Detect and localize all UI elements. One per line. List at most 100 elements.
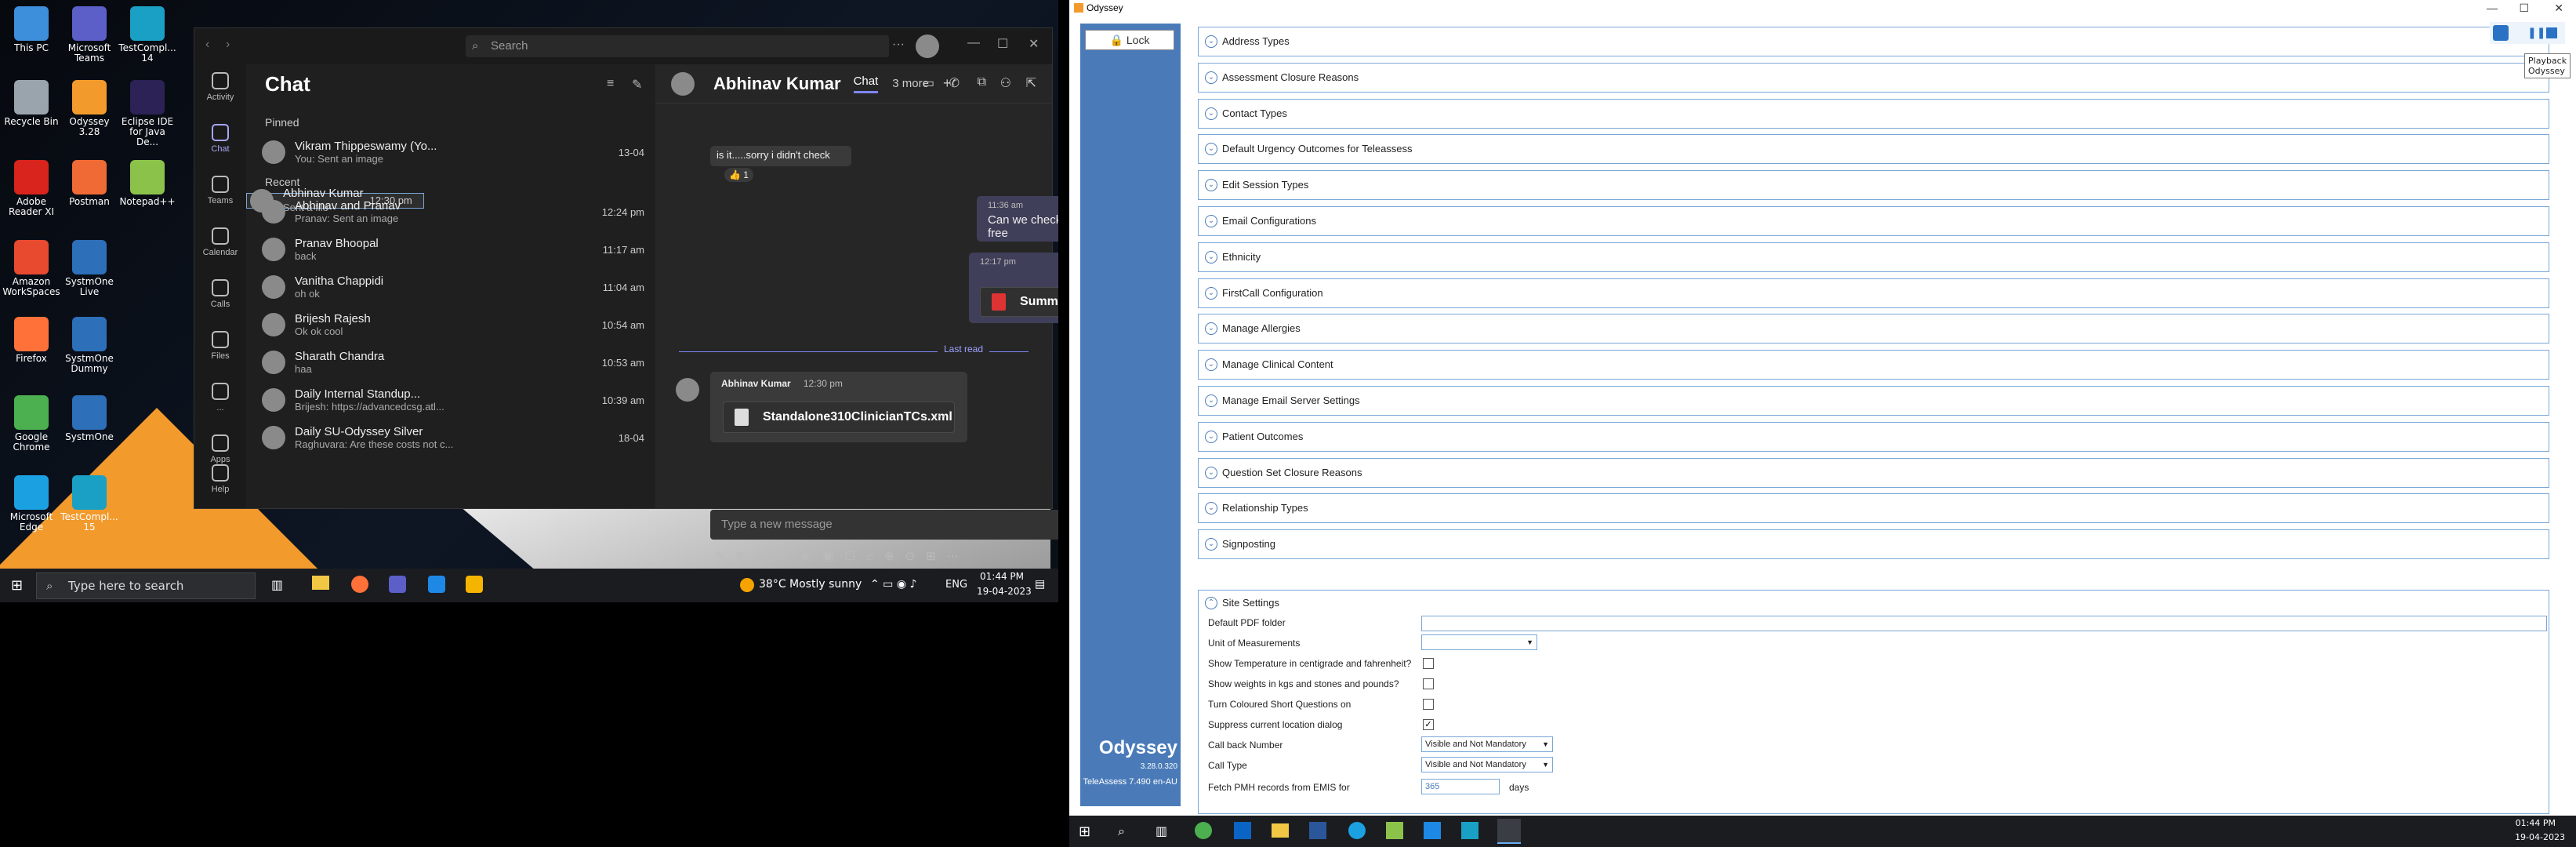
search-icon[interactable]: ⌕ [1118,823,1125,839]
popout-icon[interactable]: ⇱ [1026,75,1036,91]
pause-icon[interactable]: ❚❚ [2527,27,2545,39]
notepad-icon[interactable] [1386,822,1403,839]
rail-item[interactable]: ... [194,375,246,427]
video-call-icon[interactable]: ▭ [923,75,934,91]
language-indicator[interactable]: ENG [945,579,967,591]
rail-item[interactable]: Calendar [194,220,246,271]
file-attachment-xml[interactable]: Standalone310ClinicianTCs.xml ··· [723,402,955,433]
playback-icon[interactable] [2493,25,2509,41]
file-explorer-icon[interactable] [1272,823,1289,838]
settings-section[interactable]: ⌄ Manage Email Server Settings [1198,386,2549,416]
settings-section[interactable]: ⌄ Manage Clinical Content [1198,350,2549,380]
outlook-icon[interactable] [1234,822,1251,839]
settings-section[interactable]: ⌄ Patient Outcomes [1198,421,2549,452]
taskview-icon[interactable]: ▥ [271,577,283,592]
expand-chevron-icon[interactable]: ⌄ [1205,322,1217,336]
clock-date[interactable]: 19-04-2023 [2515,832,2565,842]
clock-time[interactable]: 01:44 PM [2516,818,2556,828]
audio-call-icon[interactable]: ✆ [949,75,960,91]
settings-section[interactable]: ⌄ Edit Session Types [1198,170,2549,201]
desktop-icon[interactable]: TestCompl... 14 [118,6,177,64]
notification-icon[interactable]: ▤ [1035,578,1045,591]
share-screen-icon[interactable]: ⧉ [978,75,986,89]
expand-chevron-icon[interactable]: ⌄ [1205,250,1217,264]
expand-chevron-icon[interactable]: ⌄ [1205,502,1217,515]
forward-arrow-icon[interactable]: › [226,38,230,52]
settings-section[interactable]: ⌄ Contact Types [1198,98,2549,129]
lock-button[interactable]: 🔒 Lock [1085,30,1174,50]
desktop-icon[interactable]: Postman [60,160,119,207]
start-icon[interactable]: ⊞ [1079,823,1090,840]
chrome-icon[interactable] [1195,822,1212,839]
expand-chevron-icon[interactable]: ⌄ [1205,394,1217,407]
uom-select[interactable]: ▼ [1421,634,1537,650]
app-icon[interactable] [1424,822,1441,839]
clock-time[interactable]: 01:44 PM [980,571,1024,582]
settings-section[interactable]: ⌄ Ethnicity [1198,242,2549,272]
chat-list-item[interactable]: Pranav Bhoopal back 11:17 am [246,231,655,268]
odyssey-taskbar-icon[interactable] [1497,819,1521,844]
temperature-checkbox[interactable] [1423,658,1434,669]
expand-chevron-icon[interactable]: ⌄ [1205,466,1217,479]
desktop-icon[interactable]: Microsoft Teams [60,6,119,64]
suppress-location-checkbox[interactable]: ✓ [1423,719,1434,730]
chat-list-item[interactable]: Vikram Thippeswamy (Yo... You: Sent an im… [246,133,655,171]
close-icon[interactable]: ✕ [2554,0,2563,16]
calltype-select[interactable]: Visible and Not Mandatory ▼ [1421,757,1553,772]
expand-chevron-icon[interactable]: ⌄ [1205,358,1217,372]
expand-chevron-icon[interactable]: ⌄ [1205,71,1217,84]
expand-chevron-icon[interactable]: ⌄ [1205,35,1217,48]
expand-chevron-icon[interactable]: ⌄ [1205,215,1217,227]
settings-section[interactable]: ⌄ FirstCall Configuration [1198,278,2549,308]
minimize-icon[interactable]: — [2487,0,2498,16]
settings-section[interactable]: ⌄ Email Configurations [1198,206,2549,236]
maximize-icon[interactable]: ☐ [997,36,1008,52]
message-compose-input[interactable]: Type a new message [710,510,1058,540]
settings-section[interactable]: ⌄ Question Set Closure Reasons [1198,457,2549,488]
clock-date[interactable]: 19-04-2023 [977,586,1032,597]
desktop-icon[interactable]: SystmOne Live [60,240,119,297]
close-icon[interactable]: ✕ [1029,36,1039,52]
rail-item[interactable]: Files [194,323,246,375]
add-people-icon[interactable]: ⚇ [1000,75,1011,91]
settings-section[interactable]: ⌄ Manage Allergies [1198,314,2549,344]
rail-item[interactable]: Teams [194,168,246,220]
maximize-icon[interactable]: ☐ [2519,0,2529,16]
firefox-icon[interactable] [351,576,368,593]
tab-chat[interactable]: Chat [853,75,879,93]
app-taskbar-icon-2[interactable] [466,576,483,593]
pdf-folder-input[interactable] [1421,616,2547,631]
desktop-icon[interactable]: Notepad++ [118,160,177,207]
desktop-icon[interactable]: Odyssey 3.28 [60,80,119,137]
reaction-badge[interactable]: 👍 1 [724,168,753,182]
more-options-icon[interactable]: ··· [892,38,905,52]
desktop-icon[interactable]: TestCompl... 15 [60,475,119,533]
desktop-icon[interactable]: Microsoft Edge [2,475,61,533]
expand-chevron-icon[interactable]: ⌄ [1205,107,1217,120]
new-chat-icon[interactable]: ✎ [632,77,642,93]
weights-checkbox[interactable] [1423,678,1434,689]
rail-item[interactable]: Chat [194,116,246,168]
tray-icons[interactable]: ⌃ ▭ ◉ ♪ [870,578,916,591]
word-icon[interactable] [1309,822,1326,839]
expand-chevron-icon[interactable]: ⌄ [1205,430,1217,443]
desktop-icon[interactable]: SystmOne Dummy [60,317,119,374]
desktop-icon[interactable]: Recycle Bin [2,80,61,127]
testcomplete-icon[interactable] [1461,822,1478,839]
chat-list-item[interactable]: Sharath Chandra haa 10:53 am [246,344,655,381]
minimize-icon[interactable]: — [967,36,980,50]
profile-avatar[interactable] [916,35,939,58]
file-attachment-pdf[interactable]: Summary for FC.pdf··· [980,287,1058,317]
expand-chevron-icon[interactable]: ⌄ [1205,286,1217,300]
file-explorer-icon[interactable] [312,576,329,590]
chat-list-item[interactable]: Abhinav and Pranav Pranav: Sent an image 1… [246,193,655,231]
desktop-icon[interactable]: Adobe Reader XI [2,160,61,217]
expand-chevron-icon[interactable]: ⌄ [1205,143,1217,156]
pinned-section-label[interactable]: Pinned [246,111,655,133]
desktop-icon[interactable]: Firefox [2,317,61,364]
app-taskbar-icon[interactable] [428,576,445,593]
settings-section[interactable]: ⌄ Address Types [1198,27,2549,56]
weather-text[interactable]: 38°C Mostly sunny [759,578,862,591]
taskbar-search-input[interactable]: ⌕ Type here to search [36,573,256,599]
filter-icon[interactable]: ≡ [607,77,614,91]
